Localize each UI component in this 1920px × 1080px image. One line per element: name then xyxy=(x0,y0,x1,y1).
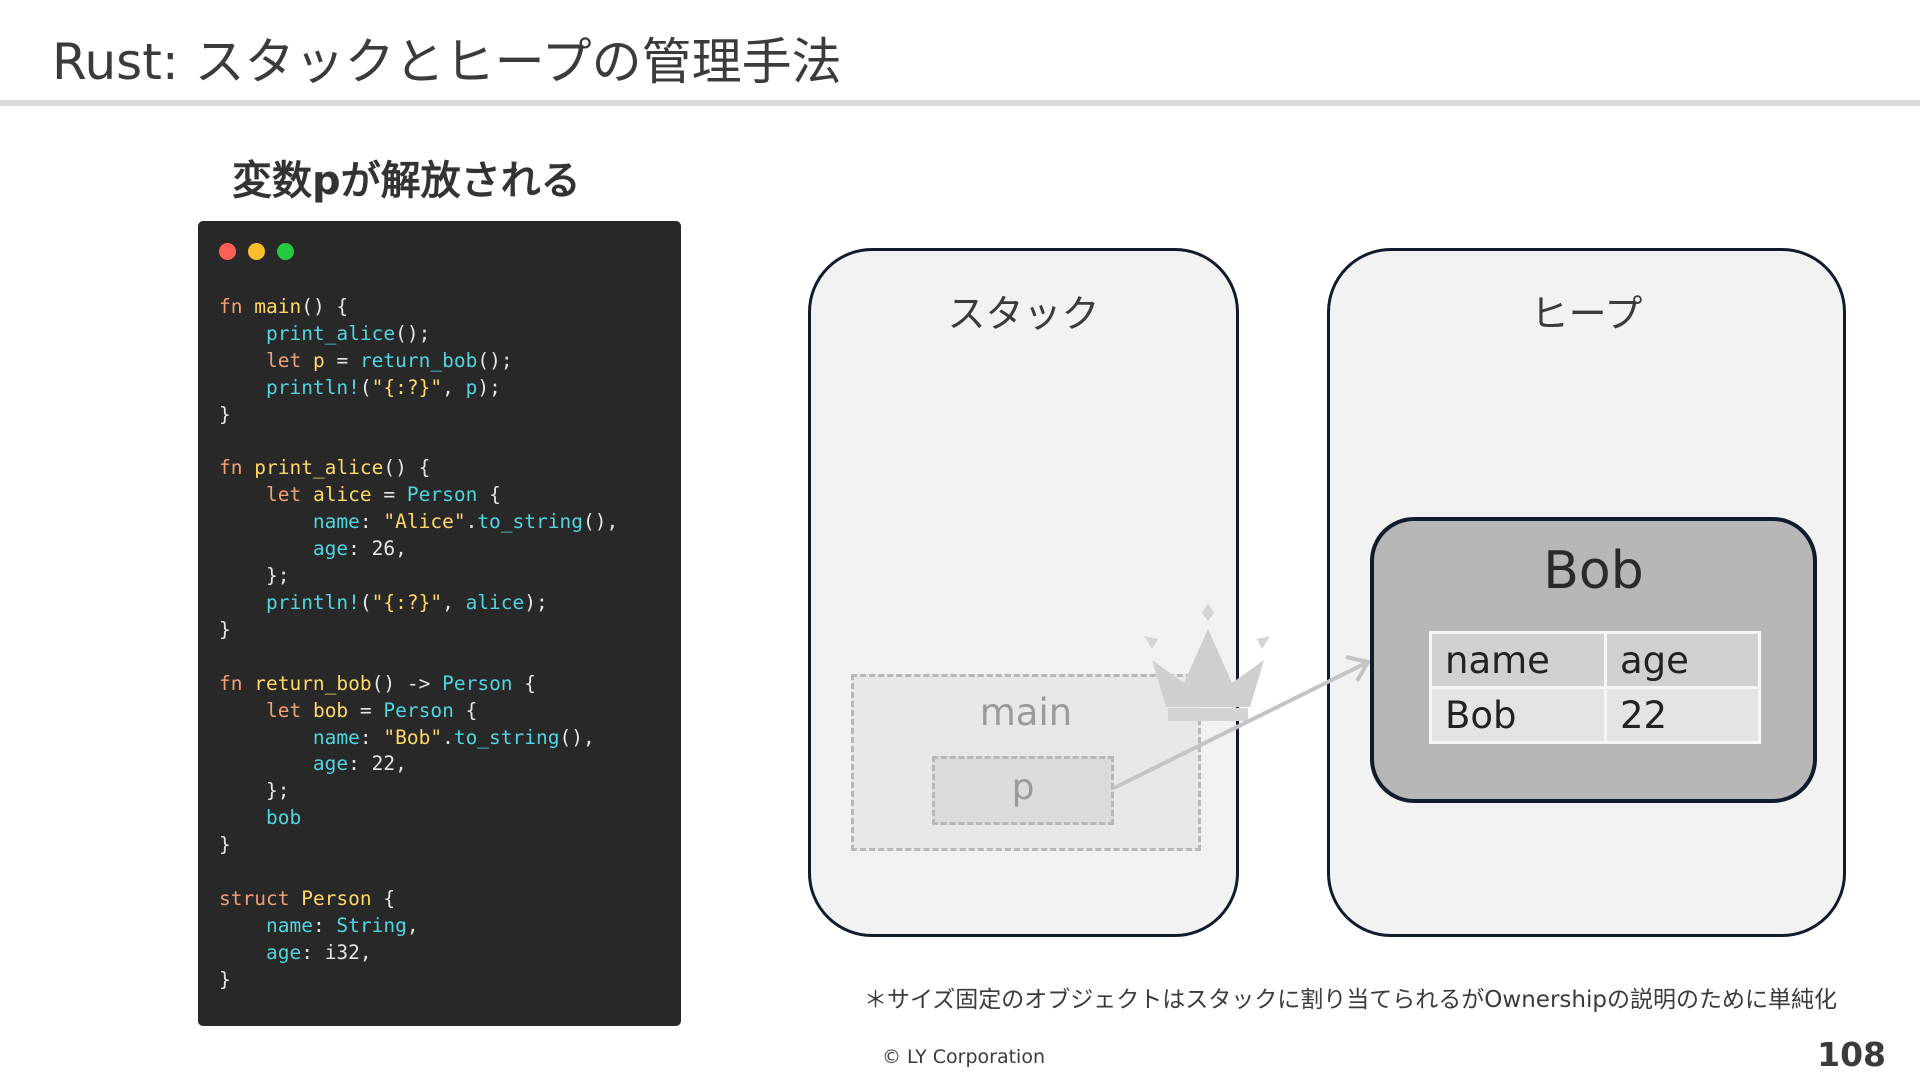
field-header-age: age xyxy=(1604,631,1761,689)
table-row: name age xyxy=(1429,631,1761,689)
field-value-age: 22 xyxy=(1604,686,1761,744)
object-label: Bob xyxy=(1543,541,1644,601)
footnote: ＊サイズ固定のオブジェクトはスタックに割り当てられるがOwnershipの説明の… xyxy=(864,987,1837,1013)
page-number: 108 xyxy=(1817,1035,1886,1074)
copyright: © LY Corporation xyxy=(882,1046,1045,1068)
field-header-name: name xyxy=(1429,631,1607,689)
table-row: Bob 22 xyxy=(1429,686,1761,744)
field-value-name: Bob xyxy=(1429,686,1607,744)
object-fields-table: name age Bob 22 xyxy=(1429,631,1761,744)
